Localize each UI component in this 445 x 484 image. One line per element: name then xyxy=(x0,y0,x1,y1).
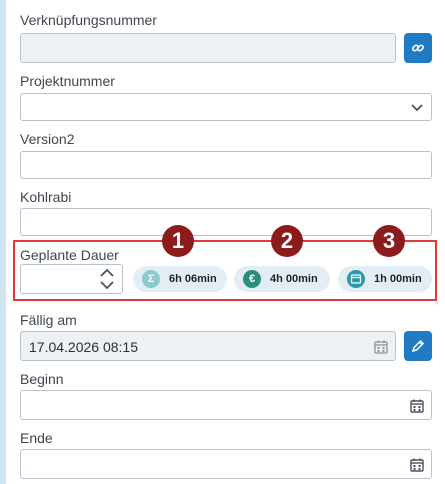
version2-field[interactable] xyxy=(20,151,432,179)
calendar-icon[interactable] xyxy=(409,457,425,473)
planned-duration-stepper[interactable] xyxy=(20,264,123,294)
end-label: Ende xyxy=(20,430,53,446)
marker-2: 2 xyxy=(271,225,303,257)
calendar-icon[interactable] xyxy=(409,398,425,414)
end-field[interactable] xyxy=(20,449,432,479)
pencil-icon xyxy=(411,339,425,353)
calendar-duration-pill: 1h 00min xyxy=(338,266,432,292)
link-number-field[interactable] xyxy=(20,33,396,63)
project-number-label: Projektnummer xyxy=(20,73,115,89)
project-number-select[interactable] xyxy=(20,93,432,121)
link-icon xyxy=(411,44,425,52)
link-button[interactable] xyxy=(404,33,432,63)
due-date-label: Fällig am xyxy=(20,312,77,328)
kohlrabi-label: Kohlrabi xyxy=(20,189,72,205)
start-field[interactable] xyxy=(20,390,432,420)
euro-icon: € xyxy=(243,270,261,288)
start-label: Beginn xyxy=(20,371,64,387)
planned-duration-label: Geplante Dauer xyxy=(20,247,119,263)
kohlrabi-field[interactable] xyxy=(20,208,432,236)
marker-1: 1 xyxy=(162,225,194,257)
edit-due-date-button[interactable] xyxy=(404,331,432,361)
sigma-icon: Σ xyxy=(142,270,160,288)
calendar-icon[interactable] xyxy=(373,339,389,355)
cost-duration-pill: € 4h 00min xyxy=(234,266,330,292)
calendar-box-icon xyxy=(347,270,365,288)
version2-label: Version2 xyxy=(20,131,75,147)
link-number-label: Verknüpfungsnummer xyxy=(20,12,157,28)
total-duration-pill: Σ 6h 06min xyxy=(133,266,227,292)
left-accent-stripe xyxy=(0,0,6,484)
stepper-arrows-icon[interactable] xyxy=(98,268,116,290)
due-date-field[interactable]: 17.04.2026 08:15 xyxy=(20,331,396,361)
marker-3: 3 xyxy=(373,225,405,257)
chevron-down-icon xyxy=(411,104,423,112)
